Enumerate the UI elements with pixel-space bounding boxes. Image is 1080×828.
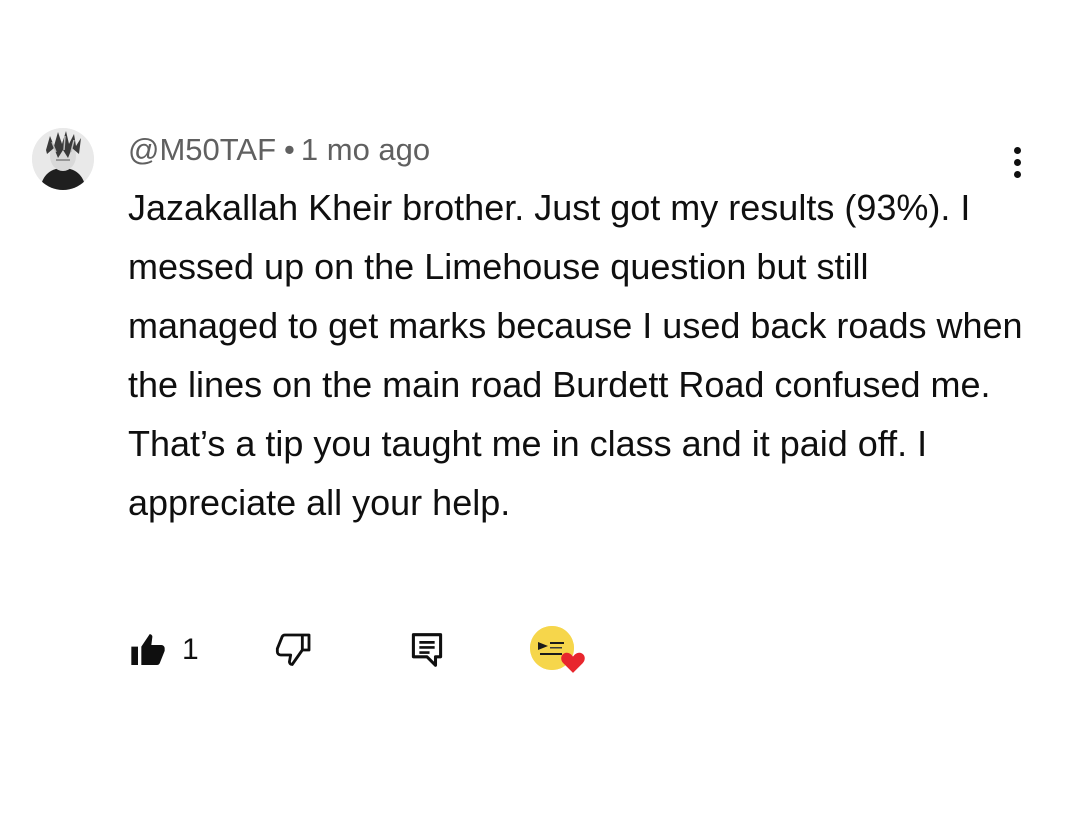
dislike-button[interactable] — [274, 622, 314, 678]
creator-heart-badge[interactable] — [530, 626, 586, 674]
heart-icon — [561, 652, 585, 673]
more-dot — [1013, 170, 1021, 178]
user-avatar[interactable] — [32, 128, 94, 190]
thumbs-down-icon — [275, 633, 311, 666]
more-dot — [1013, 158, 1021, 166]
comment-meta: @M50TAF • 1 mo ago — [128, 130, 430, 170]
more-dot — [1013, 146, 1021, 154]
thumbs-up-icon — [131, 634, 165, 665]
comment-author-handle[interactable]: @M50TAF — [128, 132, 276, 167]
avatar-illustration-icon — [32, 128, 94, 190]
meta-separator: • — [284, 132, 295, 167]
like-button[interactable]: 1 — [128, 622, 199, 678]
reply-button[interactable] — [410, 622, 444, 678]
comment-action-bar: 1 — [124, 622, 644, 678]
comment-thread: @M50TAF • 1 mo ago Jazakallah Kheir brothe… — [0, 0, 1080, 828]
comment-body: Jazakallah Kheir brother. Just got my re… — [128, 187, 1023, 523]
comment-timestamp[interactable]: 1 mo ago — [301, 132, 430, 167]
like-count: 1 — [182, 633, 199, 666]
comment-reply-icon — [411, 633, 443, 667]
